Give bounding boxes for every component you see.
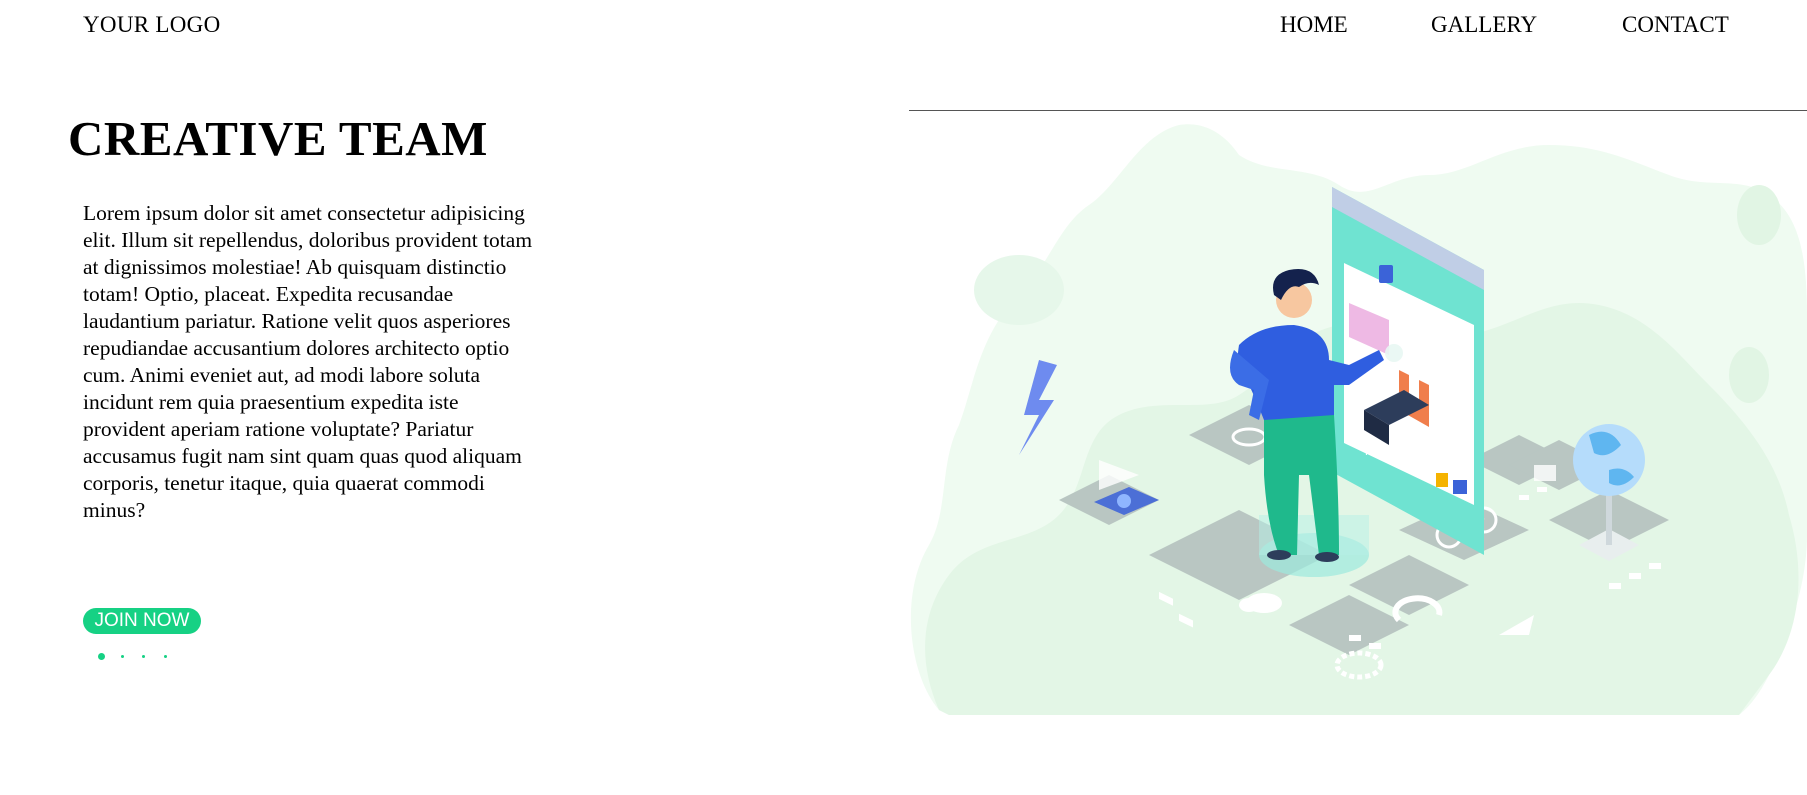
nav-contact[interactable]: CONTACT [1622, 12, 1729, 38]
nav-gallery[interactable]: GALLERY [1431, 12, 1537, 38]
hero-title: CREATIVE TEAM [68, 111, 488, 166]
hero-illustration: R [910, 124, 1807, 715]
hero-paragraph: Lorem ipsum dolor sit amet consectetur a… [83, 201, 533, 522]
screen-letter: R [1365, 446, 1373, 458]
header-divider [909, 110, 1807, 111]
page: YOUR LOGO HOME GALLERY CONTACT CREATIVE … [0, 0, 1807, 795]
join-now-button[interactable]: JOIN NOW [83, 608, 201, 634]
trash-icon [1534, 465, 1556, 481]
nav-home[interactable]: HOME [1280, 12, 1348, 38]
main-nav: HOME GALLERY CONTACT [0, 12, 1807, 42]
carousel-dot-3[interactable] [142, 655, 145, 658]
carousel-dot-4[interactable] [164, 655, 167, 658]
carousel-dot-2[interactable] [121, 655, 124, 658]
carousel-dot-1[interactable] [98, 653, 105, 660]
